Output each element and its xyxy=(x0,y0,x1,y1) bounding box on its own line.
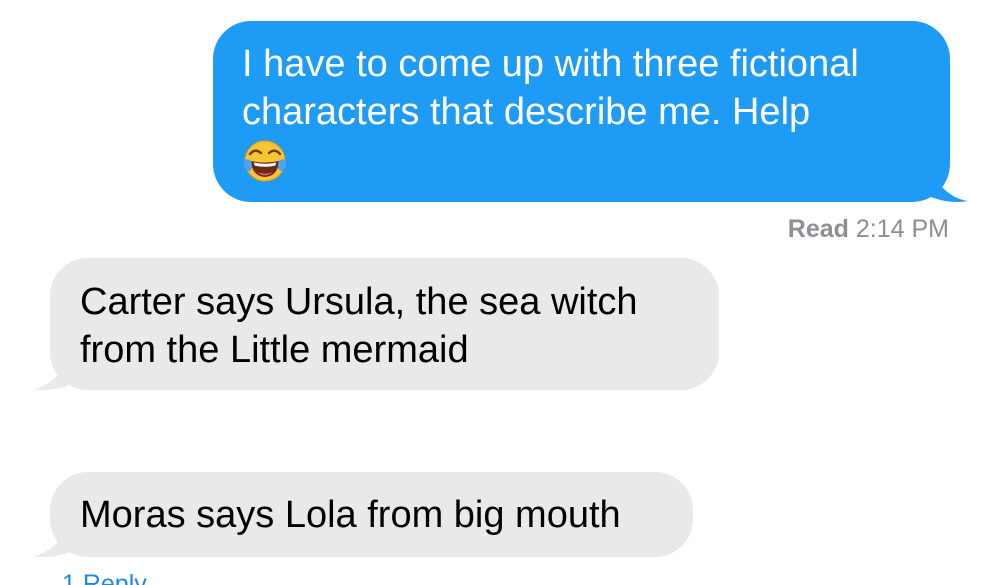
read-time: 2:14 PM xyxy=(855,215,949,243)
received-message-text: Moras says Lola from big mouth xyxy=(80,494,621,536)
sent-message-text: I have to come up with three fictional c… xyxy=(242,43,859,133)
read-label: Read xyxy=(787,215,849,243)
reply-thread-link[interactable]: 1 Reply xyxy=(62,568,147,585)
read-receipt: Read 2:14 PM xyxy=(788,213,949,245)
face-with-tears-of-joy-icon xyxy=(243,140,287,182)
sent-message-bubble[interactable]: I have to come up with three fictional c… xyxy=(213,21,950,202)
received-message-bubble[interactable]: Carter says Ursula, the sea witch from t… xyxy=(50,258,719,390)
received-message-bubble[interactable]: Moras says Lola from big mouth xyxy=(50,472,693,557)
received-message-text: Carter says Ursula, the sea witch from t… xyxy=(80,281,638,371)
